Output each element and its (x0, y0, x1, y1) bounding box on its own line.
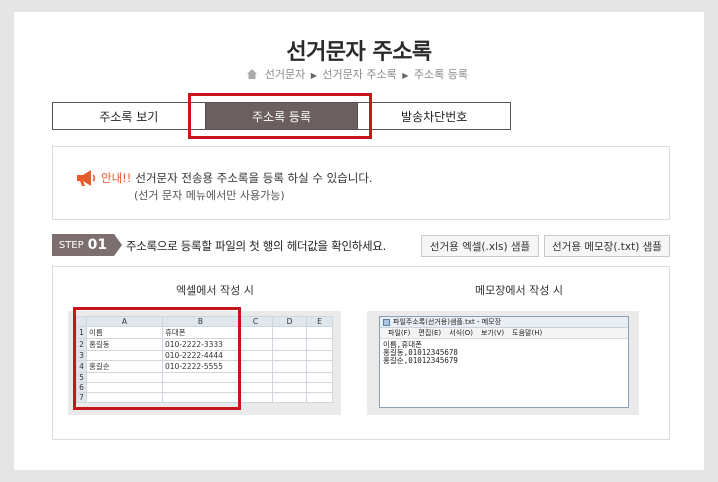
highlight-box (188, 93, 372, 139)
notice-line2: (선거 문자 메뉴에서만 사용가능) (134, 189, 285, 202)
notice-text: 선거문자 전송용 주소록을 등록 하실 수 있습니다. (135, 171, 373, 185)
notepad-body: 이름,휴대폰 홍길동,01012345678 홍길순,01012345679 (380, 339, 628, 367)
step-number: 01 (87, 237, 108, 253)
notepad-menu-item: 편집(E) (418, 329, 442, 337)
notepad-titlebar: 파일주소록(선거용)샘플.txt - 메모장 (380, 317, 628, 328)
notepad-sample-title: 메모장에서 작성 시 (475, 284, 563, 297)
notepad-menu-item: 파일(F) (388, 329, 411, 337)
breadcrumb-separator-icon: ▶ (310, 71, 317, 80)
step-text: 주소록으로 등록할 파일의 첫 행의 헤더값을 확인하세요. (126, 239, 386, 253)
breadcrumb-separator-icon: ▶ (402, 71, 409, 80)
tab-view-addressbook[interactable]: 주소록 보기 (53, 103, 205, 129)
page-title: 선거문자 주소록 (286, 40, 432, 65)
breadcrumb-item[interactable]: 선거문자 주소록 (322, 68, 396, 81)
excel-sample-title: 엑셀에서 작성 시 (176, 284, 254, 297)
excel-highlight-box (73, 307, 241, 410)
excel-col-header: D (272, 316, 307, 327)
notepad-menu-item: 보기(V) (481, 329, 505, 337)
notepad-menubar: 파일(F) 편집(E) 서식(O) 보기(V) 도움말(H) (380, 328, 628, 339)
excel-sample-button[interactable]: 선거용 엑셀(.xls) 샘플 (421, 235, 539, 257)
home-icon[interactable] (247, 69, 258, 79)
notepad-sample-image: 파일주소록(선거용)샘플.txt - 메모장 파일(F) 편집(E) 서식(O)… (367, 311, 639, 415)
step-badge: STEP 01 (52, 234, 122, 256)
breadcrumb-item: 주소록 등록 (413, 68, 468, 81)
tab-blocked-numbers[interactable]: 발송차단번호 (357, 103, 511, 129)
step-label: STEP (58, 239, 84, 251)
megaphone-icon (77, 170, 96, 186)
notepad-icon (383, 318, 390, 326)
notepad-title: 파일주소록(선거용)샘플.txt - 메모장 (393, 318, 502, 326)
notepad-line: 홍길순,01012345679 (383, 356, 458, 365)
notice-line1: 안내!! 선거문자 전송용 주소록을 등록 하실 수 있습니다. (101, 170, 373, 186)
notepad-menu-item: 서식(O) (449, 329, 473, 337)
breadcrumb: 선거문자 ▶ 선거문자 주소록 ▶ 주소록 등록 (247, 66, 468, 82)
notepad-window: 파일주소록(선거용)샘플.txt - 메모장 파일(F) 편집(E) 서식(O)… (379, 316, 629, 408)
samples-panel: 엑셀에서 작성 시 메모장에서 작성 시 A B C D E 1 이름 휴대폰 2홍… (52, 266, 670, 440)
excel-col-header: C (238, 316, 273, 327)
notice-warn: 안내!! (101, 171, 132, 185)
page-container: 선거문자 주소록 선거문자 ▶ 선거문자 주소록 ▶ 주소록 등록 주소록 보기… (14, 12, 704, 470)
breadcrumb-item[interactable]: 선거문자 (265, 68, 305, 81)
notepad-menu-item: 도움말(H) (512, 329, 543, 337)
notepad-sample-button[interactable]: 선거용 메모장(.txt) 샘플 (544, 235, 670, 257)
notice-box: 안내!! 선거문자 전송용 주소록을 등록 하실 수 있습니다. (선거 문자 메… (52, 146, 670, 220)
excel-col-header: E (306, 316, 333, 327)
